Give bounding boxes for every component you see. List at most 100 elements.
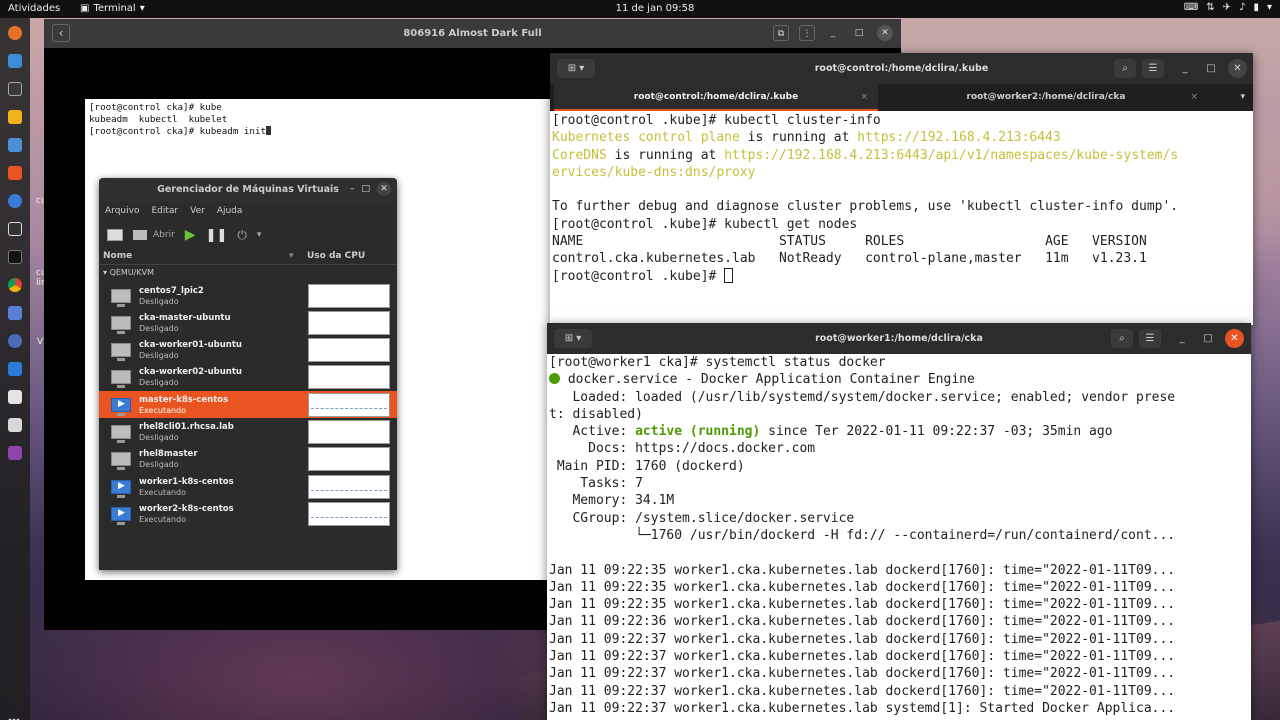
media-icon[interactable] [8,446,22,460]
chrome-icon[interactable] [8,278,22,292]
vm-row[interactable]: cka-worker01-ubuntu Desligado [99,336,397,363]
col-name[interactable]: Nome [103,251,132,261]
disk-icon[interactable] [8,334,22,348]
system-tray[interactable]: ⌨ ⇅ ✈ ♪ ▮ ▾ [1184,2,1272,13]
close-tab-icon[interactable]: × [860,84,868,111]
maximize-icon[interactable]: □ [1202,59,1220,78]
menu-ajuda[interactable]: Ajuda [217,206,243,216]
menu-ver[interactable]: Ver [190,206,205,216]
vm-row[interactable]: cka-worker02-ubuntu Desligado [99,363,397,390]
rhythmbox-icon[interactable] [8,110,22,124]
chevron-down-icon: ▾ [1266,2,1272,13]
firefox-icon[interactable] [8,26,22,40]
hamburger-menu-icon[interactable]: ☰ [1142,59,1164,78]
app-icon[interactable] [8,250,22,264]
vm-row-selected[interactable]: master-k8s-centos Executando [99,391,397,418]
terminal-line: Jan 11 09:22:37 worker1.cka.kubernetes.l… [549,631,1176,647]
terminal-output[interactable]: [root@control .kube]# kubectl cluster-in… [552,112,1178,285]
tab-label: root@worker2:/home/dclira/cka [966,92,1126,102]
vm-name: rhel8master [139,449,198,459]
close-icon[interactable]: ✕ [877,25,893,41]
new-vm-icon[interactable] [107,229,123,241]
new-tab-button[interactable]: ⊞ ▾ [554,329,592,348]
terminal-line: [root@control .kube]# kubectl cluster-in… [552,113,881,128]
cpu-line [311,490,387,492]
vm-row[interactable]: rhel8cli01.rhcsa.lab Desligado [99,418,397,445]
terminal-dock-icon[interactable] [8,222,22,236]
vm-state: Executando [139,515,187,524]
vm-state: Desligado [139,297,179,306]
menu-arquivo[interactable]: Arquivo [105,206,139,216]
minimize-icon[interactable]: _ [1173,329,1191,348]
terminal-line: CoreDNS is running at https://192.168.4.… [552,148,1178,163]
vm-row[interactable]: worker1-k8s-centos Executando [99,473,397,500]
terminal-line: Active: active (running) since Ter 2022-… [549,424,1113,440]
minimize-icon[interactable]: _ [1176,59,1194,78]
terminal-line: [root@control .kube]# kubectl get nodes [552,216,858,232]
terminal-output[interactable]: [root@worker1 cka]# systemctl status doc… [549,354,1175,717]
cpu-line [311,517,387,519]
vm-state: Desligado [139,460,179,469]
files-icon[interactable] [8,82,22,96]
run-icon[interactable]: ▶ [185,227,196,243]
minimize-icon[interactable]: _ [825,25,841,41]
menu-bar: Arquivo Editar Ver Ajuda [105,206,242,216]
terminal-worker1-window: root@worker1:/home/dclira/cka ⊞ ▾ ⌕ ☰ _ … [547,323,1251,720]
help-icon[interactable] [8,194,22,208]
close-tab-icon[interactable]: × [1190,84,1198,111]
hamburger-menu-icon[interactable]: ☰ [1139,329,1161,348]
tab-label: root@control:/home/dclira/.kube [633,92,799,102]
clock[interactable]: 11 de jan 09:58 [0,3,1280,14]
vm-off-icon [111,452,131,470]
maximize-icon[interactable]: □ [851,25,867,41]
chevron-down-icon[interactable]: ▾ [257,230,262,240]
search-icon[interactable]: ⌕ [1114,59,1136,78]
vm-running-icon [111,480,131,498]
menu-icon[interactable]: ⋮ [799,25,815,41]
maximize-icon[interactable]: □ [361,184,370,194]
status-dot-icon [549,373,560,385]
battery-icon: ▮ [1253,2,1259,13]
maximize-icon[interactable]: □ [1199,329,1217,348]
terminal-line: Main PID: 1760 (dockerd) [549,458,745,474]
open-button[interactable]: Abrir [133,230,175,240]
vm-row[interactable]: rhel8master Desligado [99,445,397,472]
tab-worker2[interactable]: root@worker2:/home/dclira/cka × [884,84,1208,111]
terminal-line: Loaded: loaded (/usr/lib/systemd/system/… [549,389,1176,405]
writer-icon[interactable] [8,138,22,152]
connection-group[interactable]: ▾ QEMU/KVM [103,268,154,277]
search-icon[interactable]: ⌕ [1111,329,1133,348]
tabs-menu-icon[interactable]: ▾ [1240,84,1245,111]
minimize-icon[interactable]: – [350,184,355,194]
close-icon[interactable]: ✕ [1228,59,1247,78]
new-tab-button[interactable]: ⊞ ▾ [557,59,595,78]
vm-off-icon [111,370,131,388]
close-icon[interactable]: ✕ [1225,329,1244,348]
tab-control[interactable]: root@control:/home/dclira/.kube × [554,84,878,111]
menu-editar[interactable]: Editar [151,206,178,216]
pause-icon[interactable]: ❚❚ [206,228,228,243]
vscode-icon[interactable] [8,362,22,376]
virt-manager-icon[interactable] [8,306,22,320]
back-button[interactable]: ‹ [52,24,70,42]
col-cpu[interactable]: Uso da CPU [307,251,365,261]
vm-row[interactable]: cka-master-ubuntu Desligado [99,309,397,336]
vm-row[interactable]: centos7_lpic2 Desligado [99,282,397,309]
power-icon[interactable]: ⏻ [237,228,247,243]
monitor-icon [133,230,147,240]
thunderbird-icon[interactable] [8,54,22,68]
terminal-segment: https://192.168.4.213:6443 [857,130,1061,146]
vm-row[interactable]: worker2-k8s-centos Executando [99,500,397,527]
software-icon[interactable] [8,166,22,180]
fullscreen-icon[interactable]: ⧉ [773,25,789,41]
close-icon[interactable]: ✕ [377,182,391,196]
vm-name: worker1-k8s-centos [139,477,234,487]
sort-chevron-icon: ▾ [289,251,294,261]
document-icon[interactable] [8,418,22,432]
terminal-line: t: disabled) [549,406,643,422]
terminal-segment: CoreDNS [552,147,607,163]
text-editor-icon[interactable] [8,390,22,404]
terminal-line: CGroup: /system.slice/docker.service [549,510,855,526]
terminal-line: Docs: https://docs.docker.com [549,441,816,457]
volume-icon: ♪ [1239,2,1246,13]
